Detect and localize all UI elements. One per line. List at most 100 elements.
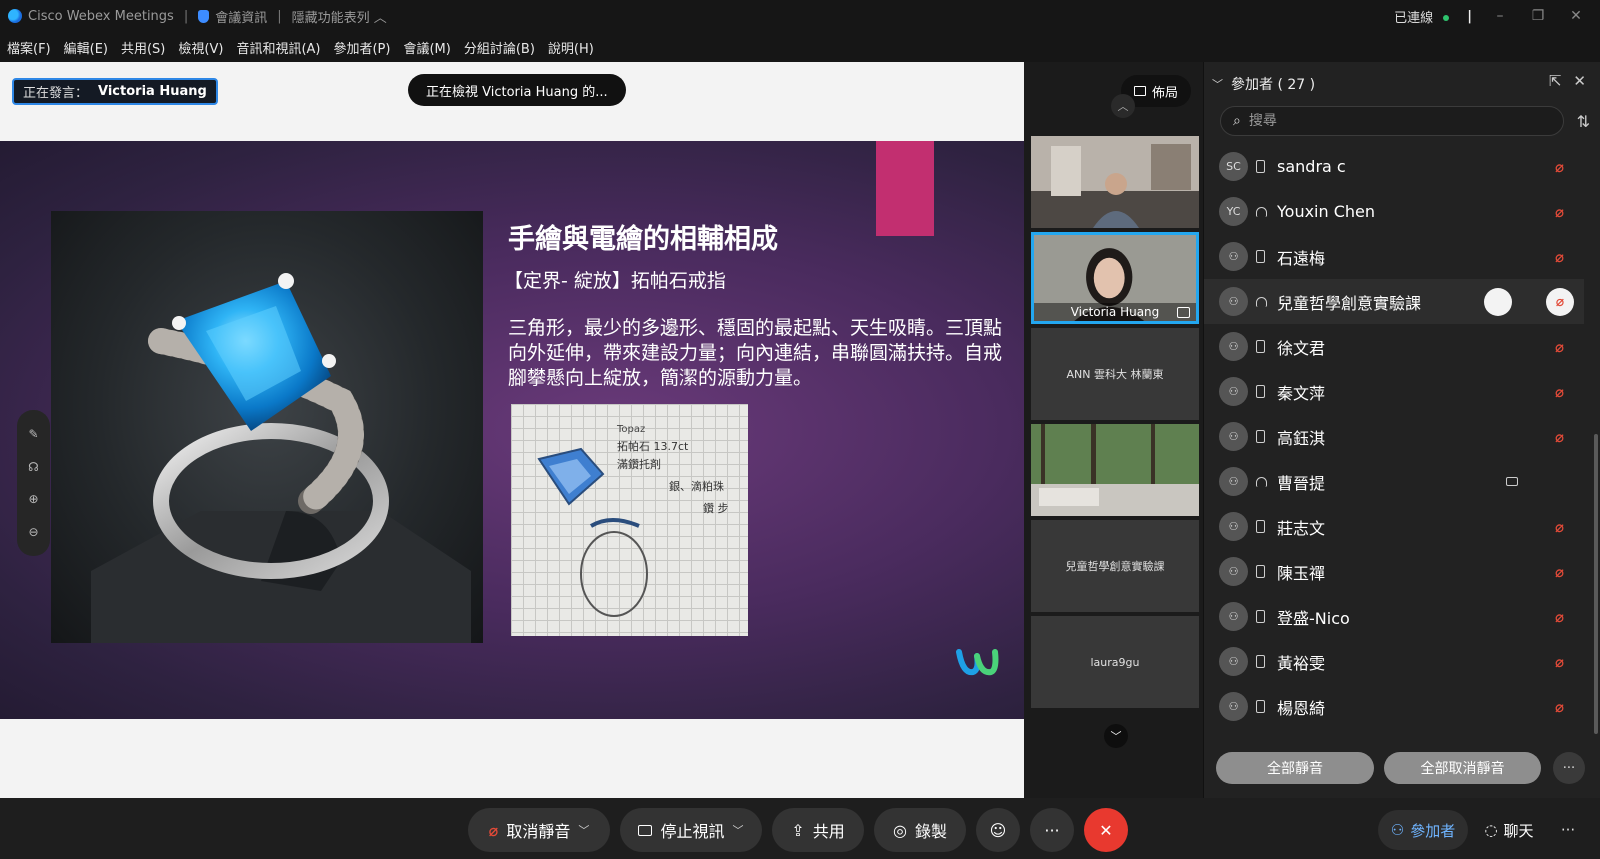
menu-edit[interactable]: 編輯(E): [64, 38, 108, 57]
menu-file[interactable]: 檔案(F): [7, 38, 51, 57]
menu-view[interactable]: 檢視(V): [178, 38, 223, 57]
menu-audio-video[interactable]: 音訊和視訊(A): [236, 38, 320, 57]
mic-muted-icon[interactable]: ⌀: [1555, 608, 1564, 626]
participants-header[interactable]: ﹀ 參加者 ( 27 ): [1212, 74, 1315, 94]
participant-name: 黃裕雯: [1277, 653, 1326, 673]
participant-row[interactable]: ⚇ 黃裕雯 ⌀: [1204, 639, 1584, 684]
zoom-in-icon[interactable]: ⊕: [28, 492, 38, 506]
annotate-icon[interactable]: ✎: [28, 427, 38, 441]
unmute-button[interactable]: ⌀ 取消靜音 ﹀: [468, 808, 610, 852]
sharing-icon: [1177, 307, 1190, 318]
participant-row[interactable]: ⚇ 曹晉提: [1204, 459, 1584, 504]
mic-muted-icon[interactable]: ⌀: [1555, 338, 1564, 356]
scroll-up-button[interactable]: ︿: [1111, 94, 1135, 118]
scroll-down-button[interactable]: ﹀: [1104, 724, 1128, 748]
close-icon: ✕: [1099, 820, 1113, 840]
app-title: Cisco Webex Meetings: [8, 9, 174, 24]
meeting-info-button[interactable]: 會議資訊: [198, 7, 267, 26]
participants-tab-label: 參加者: [1410, 821, 1456, 840]
participant-row[interactable]: ⚇ 石遠梅 ⌀: [1204, 234, 1584, 279]
mic-muted-icon[interactable]: ⌀: [1555, 698, 1564, 716]
minimize-button[interactable]: –: [1490, 8, 1510, 24]
phone-icon: [1256, 385, 1265, 398]
sort-icon[interactable]: ⇅: [1577, 112, 1590, 131]
menu-meeting[interactable]: 會議(M): [403, 38, 450, 57]
record-button[interactable]: ◎ 錄製: [874, 808, 966, 852]
unmute-all-button[interactable]: 全部取消靜音: [1384, 752, 1541, 784]
mic-muted-icon[interactable]: ⌀: [1546, 287, 1574, 316]
close-panel-icon[interactable]: ✕: [1573, 72, 1586, 90]
viewing-banner[interactable]: 正在檢視 Victoria Huang 的...: [408, 74, 626, 106]
menu-share[interactable]: 共用(S): [121, 38, 165, 57]
phone-icon: [1256, 655, 1265, 668]
video-tile[interactable]: ANN 雲科大 林蘭東: [1031, 328, 1199, 420]
avatar: YC: [1219, 197, 1248, 226]
avatar-user-icon: ⚇: [1219, 377, 1248, 406]
more-button[interactable]: ···: [1030, 808, 1074, 852]
pop-out-icon[interactable]: ⇱: [1549, 72, 1562, 90]
participants-icon: ⚇: [1390, 821, 1405, 839]
avatar: SC: [1219, 152, 1248, 181]
participant-row[interactable]: ⚇ 楊恩綺 ⌀: [1204, 684, 1584, 729]
chevron-down-icon[interactable]: ﹀: [733, 822, 744, 838]
phone-icon: [1256, 160, 1265, 173]
hide-menu-button[interactable]: 隱藏功能表列 ︿: [292, 7, 387, 26]
participants-tab-button[interactable]: ⚇ 參加者: [1378, 810, 1468, 850]
participant-row[interactable]: ⚇ 徐文君 ⌀: [1204, 324, 1584, 369]
mic-muted-icon[interactable]: ⌀: [1555, 248, 1564, 266]
chat-bubble-icon[interactable]: [1484, 287, 1512, 316]
menu-breakout[interactable]: 分組討論(B): [464, 38, 535, 57]
close-window-button[interactable]: ✕: [1566, 8, 1586, 24]
restore-button[interactable]: ❐: [1528, 8, 1548, 24]
sketch-note-1: Topaz: [616, 424, 645, 435]
video-tile-active-speaker[interactable]: Victoria Huang: [1031, 232, 1199, 324]
layout-icon: [1133, 86, 1146, 96]
participant-row[interactable]: ⚇ 兒童哲學創意實驗課 ⌀: [1204, 279, 1584, 324]
mic-muted-icon[interactable]: ⌀: [1555, 518, 1564, 536]
signal-bar-icon: |: [1467, 8, 1472, 24]
mic-muted-icon: ⌀: [488, 820, 499, 840]
more-panels-button[interactable]: ···: [1550, 810, 1586, 850]
end-meeting-button[interactable]: ✕: [1084, 808, 1128, 852]
participant-search: ⌕: [1220, 106, 1564, 136]
video-tile[interactable]: 兒童哲學創意實驗課: [1031, 520, 1199, 612]
participant-row[interactable]: ⚇ 莊志文 ⌀: [1204, 504, 1584, 549]
video-tile[interactable]: laura9gu: [1031, 616, 1199, 708]
ring-illustration: [91, 273, 471, 643]
more-options-button[interactable]: ···: [1553, 752, 1585, 784]
participant-video: [1031, 136, 1199, 228]
participant-row[interactable]: ⚇ 秦文萍 ⌀: [1204, 369, 1584, 414]
video-tile[interactable]: [1031, 136, 1199, 228]
participant-list-scrollbar[interactable]: [1594, 434, 1598, 734]
tile-name: 兒童哲學創意實驗課: [1065, 560, 1165, 573]
remote-control-icon[interactable]: ☊: [28, 460, 39, 474]
mic-muted-icon[interactable]: ⌀: [1555, 203, 1564, 221]
participant-name: 石遠梅: [1277, 248, 1326, 268]
video-tile[interactable]: [1031, 424, 1199, 516]
reactions-button[interactable]: ☺: [976, 808, 1020, 852]
avatar-user-icon: ⚇: [1219, 692, 1248, 721]
mic-muted-icon[interactable]: ⌀: [1555, 383, 1564, 401]
menu-participants[interactable]: 參加者(P): [333, 38, 390, 57]
participant-row[interactable]: SC sandra c ⌀: [1204, 144, 1584, 189]
chat-tab-button[interactable]: ◌ 聊天: [1470, 810, 1548, 850]
participant-row[interactable]: ⚇ 高鈺淇 ⌀: [1204, 414, 1584, 459]
mute-all-button[interactable]: 全部靜音: [1216, 752, 1374, 784]
participant-row[interactable]: YC Youxin Chen ⌀: [1204, 189, 1584, 234]
search-input[interactable]: [1248, 113, 1539, 129]
mic-muted-icon[interactable]: ⌀: [1555, 563, 1564, 581]
participant-name: 楊恩綺: [1277, 698, 1326, 718]
zoom-out-icon[interactable]: ⊖: [28, 525, 38, 539]
avatar-user-icon: ⚇: [1219, 287, 1248, 316]
stop-video-button[interactable]: 停止視訊 ﹀: [620, 808, 762, 852]
share-button[interactable]: ⇪ 共用: [772, 808, 864, 852]
participant-row[interactable]: ⚇ 登盛-Nico ⌀: [1204, 594, 1584, 639]
menu-help[interactable]: 說明(H): [548, 38, 594, 57]
chevron-down-icon[interactable]: ﹀: [578, 822, 589, 838]
mic-muted-icon[interactable]: ⌀: [1555, 158, 1564, 176]
mic-muted-icon[interactable]: ⌀: [1555, 428, 1564, 446]
mic-muted-icon[interactable]: ⌀: [1555, 653, 1564, 671]
sketch-drawing: Topaz 拓帕石 13.7ct 滿鑽托剤 銀、滴粕珠 鑽 步: [537, 424, 729, 617]
participant-row[interactable]: ⚇ 陳玉禪 ⌀: [1204, 549, 1584, 594]
headset-icon: [1256, 296, 1267, 307]
